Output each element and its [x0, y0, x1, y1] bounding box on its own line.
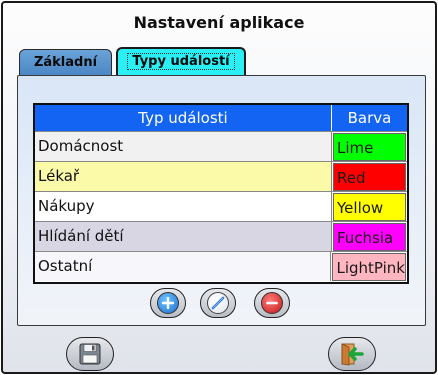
- table-row[interactable]: Hlídání dětí Fuchsia: [35, 221, 407, 251]
- row-type-cell: Hlídání dětí: [35, 222, 332, 251]
- tab-event-types-label: Typy událostí: [127, 53, 235, 70]
- row-type-cell: Ostatní: [35, 252, 332, 281]
- event-types-panel: Typ události Barva Domácnost Lime Lékař …: [17, 75, 426, 326]
- delete-event-type-button[interactable]: [254, 288, 290, 318]
- exit-door-icon: [341, 343, 364, 366]
- table-row[interactable]: Nákupy Yellow: [35, 191, 407, 221]
- row-type-cell: Nákupy: [35, 192, 332, 221]
- table-row[interactable]: Domácnost Lime: [35, 131, 407, 161]
- plus-icon: [157, 292, 179, 314]
- floppy-disk-icon: [79, 343, 101, 365]
- column-header-color[interactable]: Barva: [332, 105, 407, 131]
- tab-event-types[interactable]: Typy událostí: [116, 47, 246, 76]
- tab-basic[interactable]: Základní: [19, 49, 112, 76]
- table-header: Typ události Barva: [35, 105, 407, 131]
- row-color-cell: Yellow: [333, 193, 406, 221]
- table-row[interactable]: Ostatní LightPink: [35, 251, 407, 281]
- exit-button[interactable]: [328, 337, 376, 371]
- row-type-cell: Lékař: [35, 162, 332, 191]
- table-row[interactable]: Lékař Red: [35, 161, 407, 191]
- row-color-cell: Lime: [333, 133, 406, 161]
- edit-event-type-button[interactable]: [200, 288, 236, 318]
- window-title: Nastavení aplikace: [133, 13, 305, 32]
- column-header-type[interactable]: Typ události: [35, 105, 332, 131]
- minus-icon: [261, 292, 283, 314]
- row-color-cell: Red: [333, 163, 406, 191]
- row-color-cell: Fuchsia: [333, 223, 406, 251]
- pencil-icon: [207, 292, 229, 314]
- row-type-cell: Domácnost: [35, 132, 332, 161]
- settings-window: Nastavení aplikace Základní Typy událost…: [1, 1, 437, 374]
- save-button[interactable]: [66, 337, 114, 371]
- add-event-type-button[interactable]: [150, 288, 186, 318]
- event-types-table[interactable]: Typ události Barva Domácnost Lime Lékař …: [33, 103, 409, 284]
- row-color-cell: LightPink: [332, 253, 406, 281]
